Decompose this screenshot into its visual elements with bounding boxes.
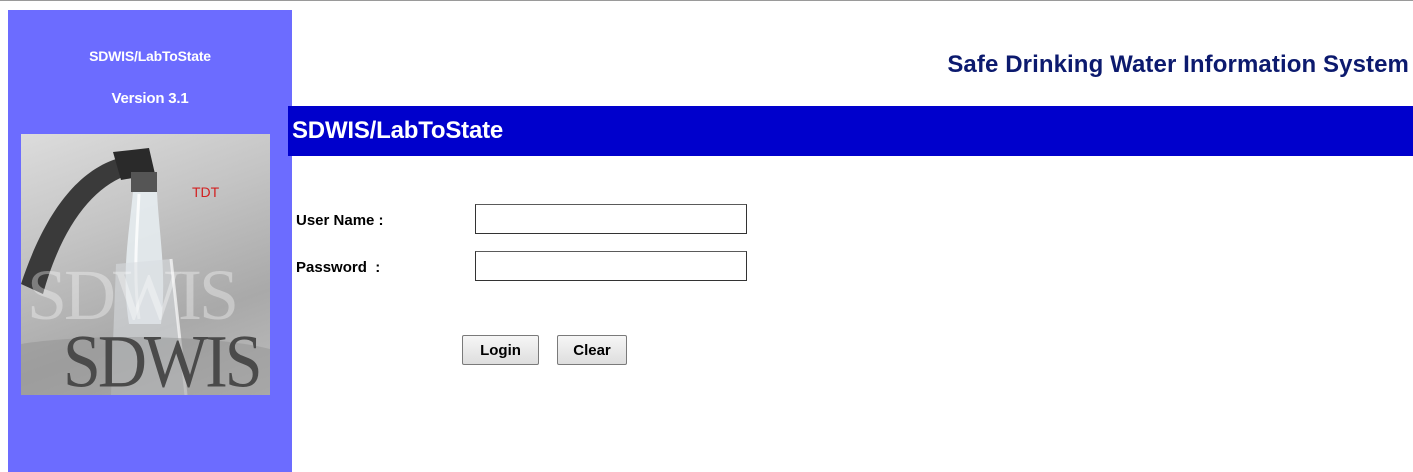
banner: SDWIS/LabToState: [288, 106, 1413, 156]
banner-title: SDWIS/LabToState: [292, 117, 504, 144]
version-label: Version 3.1: [111, 90, 189, 107]
clear-button[interactable]: Clear: [557, 335, 627, 365]
product-name: SDWIS/LabToState: [89, 48, 211, 64]
username-label: User Name :: [296, 212, 384, 229]
logo-badge: TDT: [192, 184, 220, 200]
username-input[interactable]: [475, 204, 747, 234]
sdwis-logo: SDWIS SDWIS TDT: [21, 134, 270, 395]
login-page: SDWIS/LabToState Version 3.1 SDWIS SDWIS…: [0, 0, 1413, 472]
logo-wordmark: SDWIS: [63, 319, 263, 395]
password-input[interactable]: [475, 251, 747, 281]
sidebar: SDWIS/LabToState Version 3.1 SDWIS SDWIS…: [8, 10, 292, 472]
password-label: Password :: [296, 259, 381, 276]
app-title: Safe Drinking Water Information System: [947, 51, 1409, 78]
login-button[interactable]: Login: [462, 335, 539, 365]
